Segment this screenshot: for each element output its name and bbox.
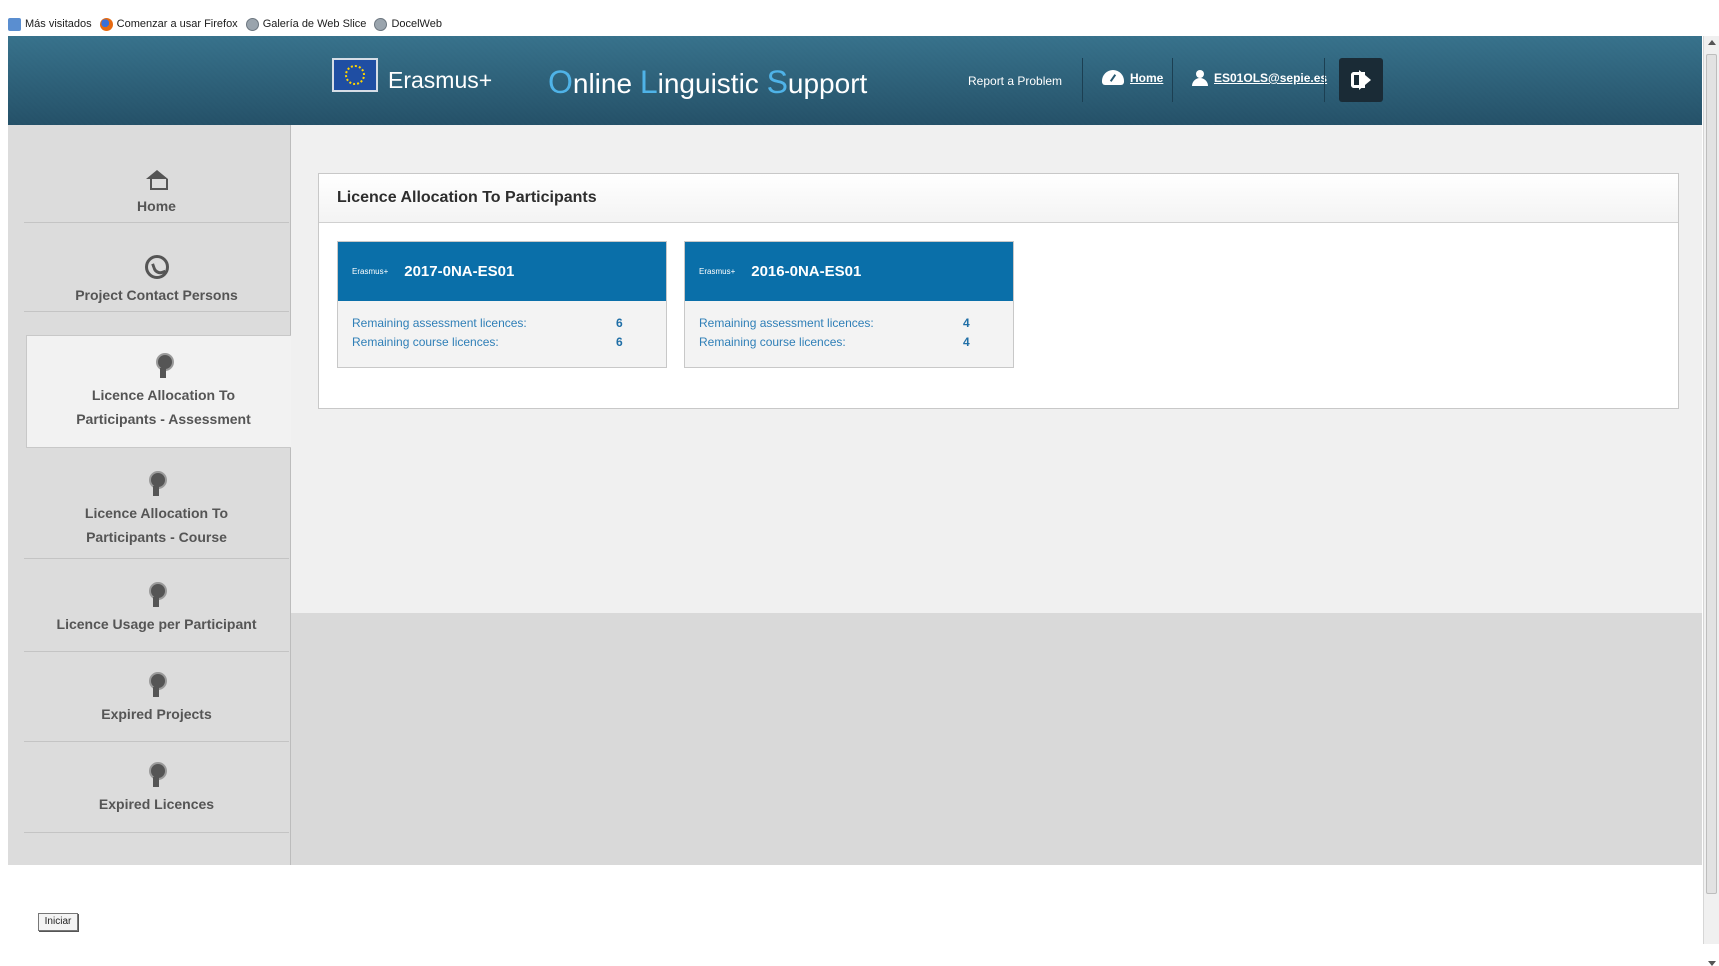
assessment-licences-row: Remaining assessment licences: 4 <box>685 316 1013 335</box>
row-label: Remaining assessment licences: <box>352 316 527 330</box>
site-header: Erasmus+ Online Linguistic Support Repor… <box>8 36 1702 125</box>
header-divider <box>1172 58 1173 102</box>
bookmark-label: Más visitados <box>25 18 92 30</box>
vertical-scrollbar[interactable] <box>1703 36 1719 966</box>
report-problem-link[interactable]: Report a Problem <box>968 74 1062 88</box>
project-card-header: Erasmus+ 2016-0NA-ES01 <box>685 242 1013 301</box>
home-link-label: Home <box>1130 70 1164 85</box>
ribbon-icon <box>148 762 167 788</box>
scroll-down-icon[interactable] <box>1708 961 1716 966</box>
firefox-icon <box>99 17 113 31</box>
sidebar-item-expired-licences[interactable]: Expired Licences <box>24 762 289 833</box>
bookmark-label: Galería de Web Slice <box>262 18 367 30</box>
dashboard-icon <box>1102 70 1124 85</box>
site-title: Online Linguistic Support <box>548 64 868 100</box>
logout-button[interactable] <box>1339 58 1383 102</box>
project-code: 2016-0NA-ES01 <box>751 263 862 280</box>
sidebar-item-label: Licence Allocation To <box>84 505 229 521</box>
bookmark-label: Comenzar a usar Firefox <box>116 18 238 30</box>
assessment-licences-row: Remaining assessment licences: 6 <box>338 316 666 335</box>
sidebar-item-label: Licence Allocation To <box>91 387 236 403</box>
row-value: 6 <box>616 335 623 349</box>
home-icon <box>145 170 168 190</box>
ribbon-icon <box>155 353 174 379</box>
row-label: Remaining assessment licences: <box>699 316 874 330</box>
panel-title: Licence Allocation To Participants <box>319 174 1678 223</box>
user-icon <box>1192 70 1208 86</box>
phone-icon <box>144 255 169 279</box>
sidebar-item-project-contacts[interactable]: Project Contact Persons <box>24 255 289 312</box>
bookmarks-toolbar: Más visitados Comenzar a usar Firefox Ga… <box>8 14 450 34</box>
status-bar <box>0 865 1703 944</box>
scroll-thumb[interactable] <box>1706 54 1717 894</box>
project-card[interactable]: Erasmus+ 2017-0NA-ES01 Remaining assessm… <box>337 241 667 368</box>
bookmark-docelweb[interactable]: DocelWeb <box>374 17 442 31</box>
sidebar-item-label: Participants - Assessment <box>76 411 251 427</box>
header-home-link[interactable]: Home <box>1102 70 1163 85</box>
sidebar-item-expired-projects[interactable]: Expired Projects <box>24 672 289 742</box>
project-card[interactable]: Erasmus+ 2016-0NA-ES01 Remaining assessm… <box>684 241 1014 368</box>
user-email: ES01OLS@sepie.es <box>1214 71 1328 85</box>
erasmus-badge: Erasmus+ <box>699 267 736 276</box>
bookmark-icon <box>8 17 21 31</box>
user-account-link[interactable]: ES01OLS@sepie.es <box>1192 70 1327 86</box>
project-card-header: Erasmus+ 2017-0NA-ES01 <box>338 242 666 301</box>
main-footer-area <box>291 613 1702 865</box>
browser-window: Más visitados Comenzar a usar Firefox Ga… <box>0 0 1719 966</box>
sidebar-item-licence-assessment[interactable]: Licence Allocation To Participants - Ass… <box>26 335 300 448</box>
erasmus-brand: Erasmus+ <box>388 67 493 93</box>
row-value: 6 <box>616 316 623 330</box>
bookmark-web-slice[interactable]: Galería de Web Slice <box>245 17 367 31</box>
row-value: 4 <box>963 335 970 349</box>
sidebar-item-licence-usage[interactable]: Licence Usage per Participant <box>24 582 289 652</box>
row-label: Remaining course licences: <box>352 335 499 349</box>
row-label: Remaining course licences: <box>699 335 846 349</box>
course-licences-row: Remaining course licences: 4 <box>685 335 1013 354</box>
ribbon-icon <box>148 672 167 698</box>
sidebar-item-label: Participants - Course <box>86 529 227 545</box>
globe-icon <box>374 17 388 31</box>
sidebar-item-label: Expired Projects <box>101 706 212 722</box>
ribbon-icon <box>148 582 167 608</box>
header-divider <box>1324 58 1325 102</box>
sidebar-item-licence-course[interactable]: Licence Allocation To Participants - Cou… <box>24 471 289 559</box>
sidebar-nav: Home Project Contact Persons Licence All… <box>8 125 300 865</box>
sidebar-item-label: Licence Usage per Participant <box>56 616 257 632</box>
scroll-up-icon[interactable] <box>1708 40 1716 45</box>
project-code: 2017-0NA-ES01 <box>404 263 515 280</box>
sidebar-item-home[interactable]: Home <box>24 170 289 223</box>
start-button[interactable]: Iniciar <box>38 913 78 931</box>
eu-flag-icon <box>332 58 378 92</box>
sidebar-item-label: Expired Licences <box>98 796 215 812</box>
bookmark-firefox[interactable]: Comenzar a usar Firefox <box>99 17 238 31</box>
row-value: 4 <box>963 316 970 330</box>
bookmark-mas-visitados[interactable]: Más visitados <box>8 17 92 31</box>
bookmark-label: DocelWeb <box>391 18 442 30</box>
ribbon-icon <box>148 471 167 497</box>
globe-icon <box>245 17 259 31</box>
erasmus-badge: Erasmus+ <box>352 267 389 276</box>
sidebar-item-label: Home <box>137 198 176 214</box>
sidebar-item-label: Project Contact Persons <box>75 287 238 303</box>
course-licences-row: Remaining course licences: 6 <box>338 335 666 354</box>
header-divider <box>1082 58 1083 102</box>
